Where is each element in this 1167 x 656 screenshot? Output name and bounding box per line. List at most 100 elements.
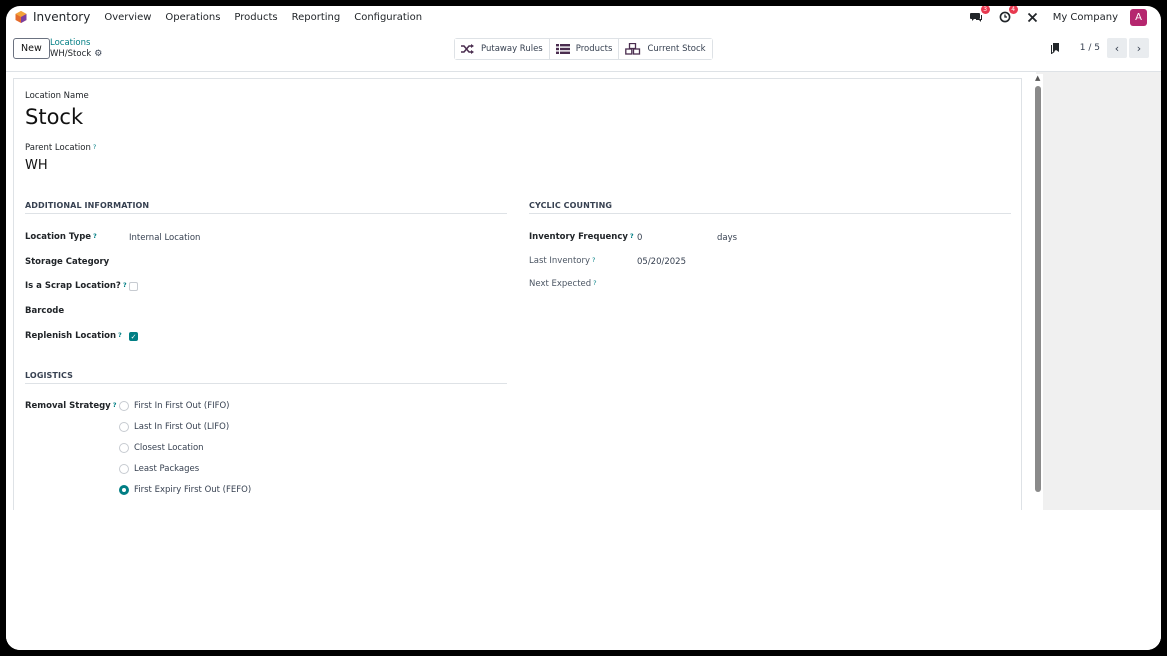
menu-overview[interactable]: Overview [104, 12, 151, 23]
clock-icon [999, 11, 1011, 23]
top-navbar: Inventory Overview Operations Products R… [6, 6, 1161, 28]
scrollbar[interactable]: ▲ [1033, 74, 1043, 510]
location-type-label: Location Type? [25, 232, 97, 242]
debug-tools-button[interactable] [1025, 9, 1041, 25]
radio-fefo[interactable]: First Expiry First Out (FEFO) [119, 485, 251, 495]
current-stock-label: Current Stock [647, 44, 706, 54]
scrap-location-checkbox[interactable] [129, 282, 138, 291]
removal-strategy-label-text: Removal Strategy [25, 401, 111, 411]
smart-buttons: Putaway Rules Products Current Stock [454, 38, 713, 60]
menu-configuration[interactable]: Configuration [354, 12, 422, 23]
inventory-frequency-label: Inventory Frequency? [529, 232, 634, 242]
radio-closest-label: Closest Location [134, 443, 204, 453]
radio-fifo[interactable]: First In First Out (FIFO) [119, 401, 230, 411]
menu-products[interactable]: Products [234, 12, 277, 23]
new-button[interactable]: New [13, 38, 50, 59]
menu-reporting[interactable]: Reporting [292, 12, 341, 23]
form-view: Location Name Stock Parent Location? WH … [6, 72, 1161, 650]
radio-lifo-label: Last In First Out (LIFO) [134, 422, 230, 432]
pager-value[interactable]: 1 / 5 [1080, 43, 1100, 53]
company-switcher[interactable]: My Company [1053, 12, 1118, 23]
pager: 1 / 5 ‹ › [1050, 38, 1149, 58]
form-sheet: Location Name Stock Parent Location? WH … [13, 78, 1022, 510]
parent-location-label-text: Parent Location [25, 143, 91, 153]
tools-icon [1028, 12, 1038, 22]
logistics-heading: LOGISTICS [25, 371, 74, 380]
user-avatar[interactable]: A [1130, 8, 1147, 26]
location-name-field[interactable]: Stock [25, 105, 83, 129]
last-inventory-value: 05/20/2025 [637, 257, 686, 267]
putaway-rules-label: Putaway Rules [481, 44, 543, 54]
radio-fefo-label: First Expiry First Out (FEFO) [134, 485, 252, 495]
storage-category-label: Storage Category [25, 257, 110, 267]
breadcrumb-locations-link[interactable]: Locations [50, 38, 102, 49]
location-type-field[interactable]: Internal Location [129, 233, 200, 243]
last-inventory-label-text: Last Inventory [529, 256, 591, 266]
help-icon[interactable]: ? [593, 279, 596, 287]
removal-strategy-label: Removal Strategy? [25, 401, 117, 411]
breadcrumb-current-label: WH/Stock [50, 49, 92, 59]
shuffle-icon [461, 44, 474, 54]
checkmark-icon: ✓ [130, 333, 137, 341]
help-icon[interactable]: ? [123, 281, 127, 289]
barcode-label: Barcode [25, 306, 65, 316]
messages-badge: 3 [980, 6, 990, 14]
section-divider [25, 383, 507, 384]
below-form-area [6, 510, 1161, 650]
radio-circle[interactable] [119, 443, 129, 453]
location-type-label-text: Location Type [25, 232, 92, 242]
inventory-frequency-label-text: Inventory Frequency [529, 232, 628, 242]
chevron-right-icon: › [1136, 41, 1142, 55]
last-inventory-label: Last Inventory? [529, 256, 595, 266]
radio-least-packages[interactable]: Least Packages [119, 464, 199, 474]
pager-previous-button[interactable]: ‹ [1107, 38, 1127, 58]
radio-circle[interactable] [119, 422, 129, 432]
scroll-up-arrow-icon[interactable]: ▲ [1035, 74, 1040, 82]
inventory-frequency-field[interactable]: 0 [637, 233, 642, 243]
activities-button[interactable]: 4 [997, 6, 1018, 25]
chat-icon [970, 13, 983, 22]
next-expected-label: Next Expected? [529, 279, 597, 289]
products-button[interactable]: Products [549, 39, 620, 59]
radio-closest-location[interactable]: Closest Location [119, 443, 204, 453]
gear-icon[interactable]: ⚙ [94, 49, 102, 60]
help-icon[interactable]: ? [118, 331, 122, 339]
radio-circle[interactable] [119, 401, 129, 411]
help-icon[interactable]: ? [113, 401, 117, 409]
help-icon[interactable]: ? [93, 143, 96, 151]
help-icon[interactable]: ? [592, 256, 595, 264]
chevron-left-icon: ‹ [1114, 41, 1120, 55]
breadcrumb: Locations WH/Stock ⚙ [50, 38, 102, 60]
pager-next-button[interactable]: › [1129, 38, 1149, 58]
putaway-rules-button[interactable]: Putaway Rules [455, 39, 550, 59]
radio-least-packages-label: Least Packages [134, 464, 200, 474]
replenish-location-label-text: Replenish Location [25, 331, 117, 341]
help-icon[interactable]: ? [630, 232, 634, 240]
app-name[interactable]: Inventory [33, 10, 90, 24]
radio-lifo[interactable]: Last In First Out (LIFO) [119, 422, 229, 432]
section-divider [25, 213, 507, 214]
bookmark-icon[interactable] [1050, 42, 1060, 54]
additional-info-heading: ADDITIONAL INFORMATION [25, 201, 150, 210]
parent-location-field[interactable]: WH [25, 158, 48, 173]
products-label: Products [575, 44, 613, 54]
radio-circle-selected[interactable] [119, 485, 129, 495]
inventory-logo-icon[interactable] [14, 10, 28, 24]
list-icon [555, 44, 570, 54]
cyclic-counting-heading: CYCLIC COUNTING [529, 201, 613, 210]
app-window: Inventory Overview Operations Products R… [6, 6, 1161, 650]
activities-badge: 4 [1008, 6, 1018, 14]
help-icon[interactable]: ? [93, 232, 97, 240]
replenish-location-label: Replenish Location? [25, 331, 122, 341]
current-stock-button[interactable]: Current Stock [619, 39, 712, 59]
breadcrumb-current: WH/Stock ⚙ [50, 49, 102, 60]
radio-circle[interactable] [119, 464, 129, 474]
section-divider [529, 213, 1011, 214]
location-name-label: Location Name [25, 91, 89, 101]
replenish-location-checkbox[interactable]: ✓ [129, 332, 138, 341]
messages-button[interactable]: 3 [969, 6, 990, 25]
menu-operations[interactable]: Operations [165, 12, 220, 23]
scrap-location-label-text: Is a Scrap Location? [25, 281, 121, 291]
scrollbar-thumb[interactable] [1035, 86, 1041, 492]
inventory-frequency-unit: days [717, 233, 738, 243]
